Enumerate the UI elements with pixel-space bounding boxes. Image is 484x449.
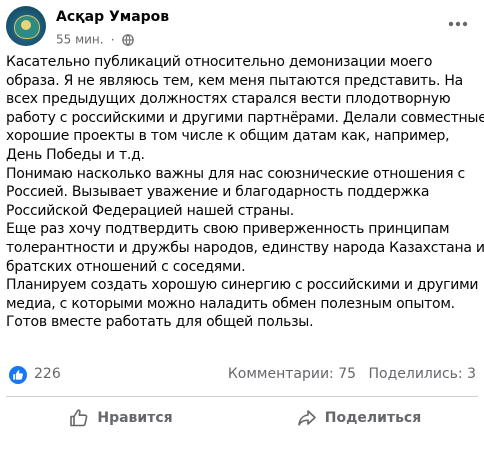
post-body: Касательно публикаций относительно демон… xyxy=(6,53,484,332)
avatar[interactable] xyxy=(6,6,46,46)
share-button-label: Поделиться xyxy=(324,410,422,426)
author-name[interactable]: Асқар Умаров xyxy=(56,9,169,25)
emblem-sun-icon xyxy=(21,20,31,30)
share-button[interactable]: Поделиться xyxy=(244,400,474,436)
post-header: Асқар Умаров 55 мин. · xyxy=(6,6,476,47)
share-arrow-icon xyxy=(297,410,316,426)
post-text-line: День Победы и т.д. xyxy=(6,146,145,163)
post-text-line: образа. Я не являюсь тем, кем меня пытаю… xyxy=(6,72,463,89)
post-text-line: Планируем создать хорошую синергию с рос… xyxy=(6,277,479,294)
post-text-line: Российской Федерацией нашей страны. xyxy=(6,202,295,219)
post-paragraph: Касательно публикаций относительно демон… xyxy=(6,53,484,165)
meta-separator: · xyxy=(110,32,115,47)
post-text-line: медиа, с которыми можно наладить обмен п… xyxy=(6,295,455,312)
post-text-line: Россией. Вызывает уважение и благодарнос… xyxy=(6,184,430,201)
thumbs-up-icon xyxy=(70,409,88,427)
post-text-line: Еще раз хочу подтвердить свою приверженн… xyxy=(6,221,450,238)
like-button[interactable]: Нравится xyxy=(6,400,236,436)
facebook-post: Асқар Умаров 55 мин. · Касательно публик… xyxy=(0,0,484,449)
comments-count[interactable]: Комментарии: 75 xyxy=(228,366,356,382)
post-text-line: Готов вместе работать для общей пользы. xyxy=(6,314,314,331)
post-text-line: Понимаю насколько важны для нас союзниче… xyxy=(6,165,465,182)
post-text-line: Касательно публикаций относительно демон… xyxy=(6,54,433,70)
post-paragraph: Понимаю насколько важны для нас союзниче… xyxy=(6,165,478,221)
like-icon[interactable] xyxy=(9,366,27,384)
reaction-count[interactable]: 226 xyxy=(34,366,61,382)
post-paragraph: Еще раз хочу подтвердить свою приверженн… xyxy=(6,220,484,276)
post-text-line: работу с российскими и другими партнёрам… xyxy=(6,109,484,126)
post-text-line: всех предыдущих должностях старался вест… xyxy=(6,91,451,108)
globe-icon[interactable] xyxy=(121,33,134,46)
more-icon[interactable] xyxy=(446,14,470,34)
engagement-counts: Комментарии: 75 Поделились: 3 xyxy=(220,366,476,382)
post-paragraph: Планируем создать хорошую синергию с рос… xyxy=(6,276,479,332)
post-text-line: хорошие проекты в том числе к общим дата… xyxy=(6,128,450,145)
post-meta: 55 мин. · xyxy=(56,29,134,47)
post-text-line: братских отношений с соседями. xyxy=(6,258,246,275)
like-button-label: Нравится xyxy=(97,410,173,426)
post-text-line: толерантности и дружбы народов, единству… xyxy=(6,239,484,256)
actions-divider xyxy=(6,396,478,397)
post-stats: 226 Комментарии: 75 Поделились: 3 xyxy=(6,364,476,386)
shares-count[interactable]: Поделились: 3 xyxy=(368,366,476,382)
post-time[interactable]: 55 мин. xyxy=(56,33,104,47)
post-actions: Нравится Поделиться xyxy=(6,398,478,438)
